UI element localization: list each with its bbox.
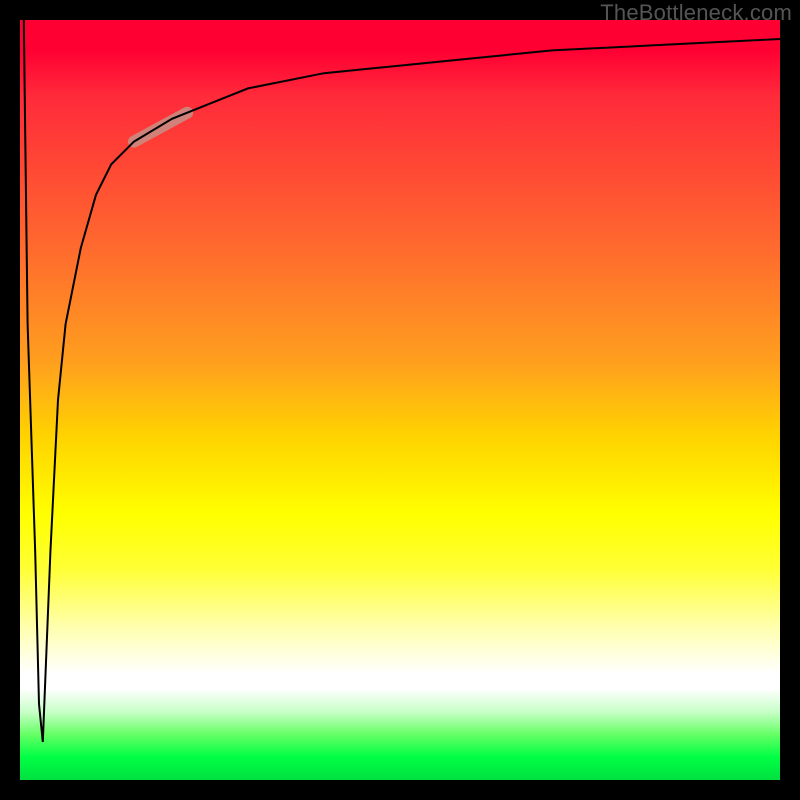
chart-container: TheBottleneck.com xyxy=(0,0,800,800)
attribution-label: TheBottleneck.com xyxy=(600,0,792,26)
plot-area xyxy=(20,20,780,780)
curve-svg xyxy=(20,20,780,780)
bottleneck-curve xyxy=(24,20,780,742)
